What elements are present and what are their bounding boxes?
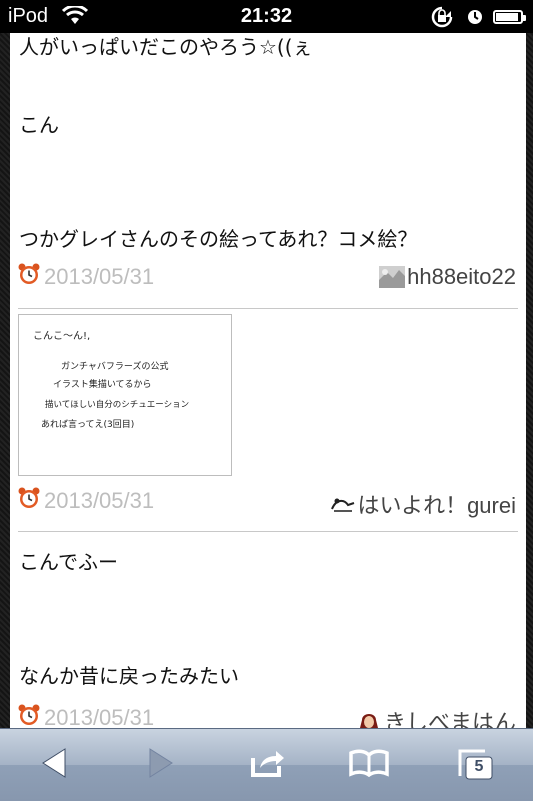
posted-drawing-image[interactable]: こんこ～ん!, ガンチャバフラーズの公式 イラスト集描いてるから 描いてほしい自… bbox=[18, 314, 232, 476]
browser-toolbar: 5 bbox=[0, 728, 533, 801]
drawing-text: あれば言ってえ(3回目) bbox=[41, 418, 134, 430]
forward-arrow-icon bbox=[146, 747, 176, 783]
comment-text: こんでふー bbox=[19, 550, 118, 574]
battery-icon bbox=[493, 10, 526, 24]
drawing-text: 描いてほしい自分のシチュエーション bbox=[45, 399, 189, 410]
alarm-clock-icon bbox=[17, 262, 41, 286]
alarm-clock-icon bbox=[17, 703, 41, 727]
comment-text: なんか昔に戻ったみたい bbox=[19, 664, 239, 688]
book-icon bbox=[348, 749, 390, 781]
author-name: きしべまはん bbox=[383, 710, 516, 728]
alarm-status-icon bbox=[467, 9, 483, 29]
divider bbox=[18, 308, 518, 309]
comment-author[interactable]: きしべまはん bbox=[355, 705, 516, 728]
back-button[interactable] bbox=[29, 743, 79, 787]
web-page[interactable]: 人がいっぱいだこのやろう☆((ぇ こん つかグレイさんのその絵ってあれ？コメ絵？… bbox=[0, 33, 533, 728]
author-name: hh88eito22 bbox=[407, 264, 516, 289]
status-bar: iPod 21:32 bbox=[0, 0, 533, 33]
bookmarks-button[interactable] bbox=[344, 743, 394, 787]
user-avatar bbox=[379, 266, 406, 288]
forward-button[interactable] bbox=[136, 743, 186, 787]
comment-date: 2013/05/31 bbox=[44, 705, 155, 728]
battery-fill bbox=[496, 13, 518, 21]
user-avatar bbox=[329, 493, 356, 515]
comment-text: つかグレイさんのその絵ってあれ？コメ絵？ bbox=[19, 227, 418, 251]
drawing-text: ガンチャバフラーズの公式 bbox=[61, 360, 168, 372]
user-avatar bbox=[355, 710, 382, 728]
tabs-button[interactable]: 5 bbox=[451, 743, 501, 787]
drawing-text: イラスト集描いてるから bbox=[53, 378, 152, 390]
share-button[interactable] bbox=[243, 743, 293, 787]
author-name: はいよれ！gurei bbox=[357, 493, 516, 518]
drawing-text: こんこ～ん!, bbox=[33, 330, 90, 342]
comment-text: こん bbox=[19, 113, 59, 137]
tabs-icon: 5 bbox=[457, 748, 495, 782]
alarm-clock-icon bbox=[17, 486, 41, 510]
comment-date: 2013/05/31 bbox=[44, 488, 155, 513]
comment-date: 2013/05/31 bbox=[44, 264, 155, 289]
back-arrow-icon bbox=[39, 747, 69, 783]
comment-author[interactable]: はいよれ！gurei bbox=[329, 488, 516, 520]
comment-list[interactable]: 人がいっぱいだこのやろう☆((ぇ こん つかグレイさんのその絵ってあれ？コメ絵？… bbox=[10, 33, 526, 728]
tab-count: 5 bbox=[474, 758, 484, 775]
rotation-lock-icon bbox=[430, 6, 454, 32]
share-icon bbox=[250, 748, 286, 782]
divider bbox=[18, 531, 518, 532]
comment-author[interactable]: hh88eito22 bbox=[379, 264, 516, 290]
comment-text: 人がいっぱいだこのやろう☆((ぇ bbox=[19, 35, 313, 59]
